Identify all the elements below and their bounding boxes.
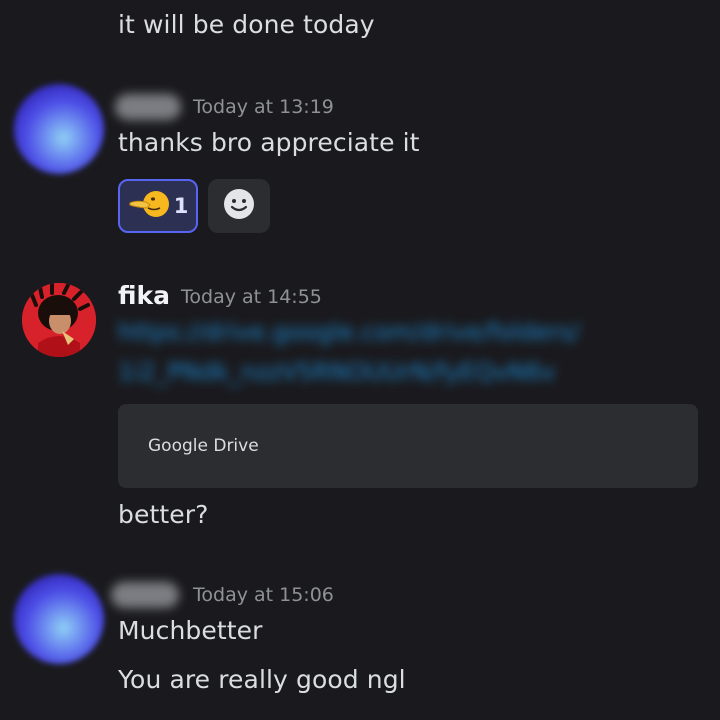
link-embed[interactable]: Google Drive xyxy=(118,404,698,488)
message-text: Muchbetter xyxy=(118,616,263,645)
embed-provider[interactable]: Google Drive xyxy=(148,436,259,456)
username[interactable]: fika xyxy=(118,281,170,310)
shushing-face-emoji xyxy=(128,189,170,223)
avatar[interactable] xyxy=(22,283,96,357)
reaction-shushing[interactable]: 1 xyxy=(118,179,198,233)
username-redacted[interactable] xyxy=(115,94,181,120)
message-timestamp: Today at 13:19 xyxy=(193,96,334,118)
message-timestamp: Today at 14:55 xyxy=(181,286,322,308)
smiley-icon xyxy=(222,187,256,225)
username-redacted[interactable] xyxy=(111,582,179,608)
avatar[interactable] xyxy=(14,574,104,664)
avatar[interactable] xyxy=(14,84,104,174)
message-text: better? xyxy=(118,500,209,529)
message-text: thanks bro appreciate it xyxy=(118,128,420,157)
message-link[interactable]: https://drive.google.com/drive/folders/ xyxy=(118,318,580,346)
message-link[interactable]: 1i2_PNdk_nzzV5RNOUUrN/fyEQvN6v xyxy=(118,358,555,386)
message-text: You are really good ngl xyxy=(118,665,406,694)
add-reaction-button[interactable] xyxy=(208,179,270,233)
message-timestamp: Today at 15:06 xyxy=(193,584,334,606)
reaction-count: 1 xyxy=(173,194,189,218)
message-text: it will be done today xyxy=(118,10,375,39)
